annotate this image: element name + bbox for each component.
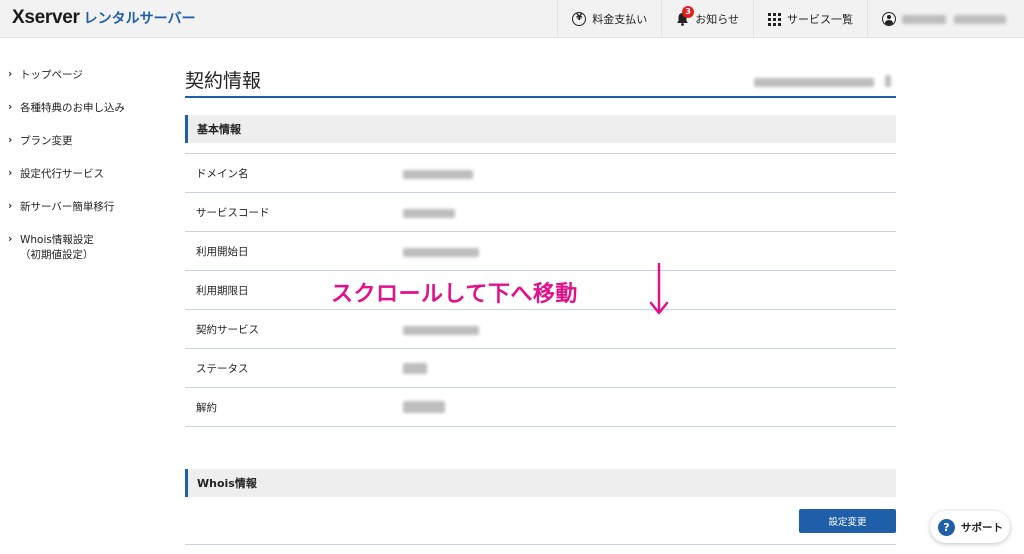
sidebar-item-setup-service[interactable]: › 設定代行サービス	[0, 167, 160, 200]
header-nav: ¥ 料金支払い 3 お知らせ サービス一覧	[557, 0, 1024, 38]
chevron-right-icon: ›	[8, 68, 13, 80]
row-label: ドメイン名	[196, 167, 249, 180]
notifications-nav-button[interactable]: 3 お知らせ	[661, 0, 753, 38]
chevron-right-icon: ›	[8, 167, 13, 179]
sidebar-item-benefits[interactable]: › 各種特典のお申し込み	[0, 101, 160, 134]
sidebar-item-label: 各種特典のお申し込み	[20, 102, 125, 114]
row-value-redacted	[403, 164, 473, 183]
divider	[185, 544, 896, 545]
user-icon	[882, 12, 896, 26]
logo-sub-text: レンタルサーバー	[83, 11, 196, 27]
yen-icon: ¥	[572, 12, 587, 26]
xserver-logo[interactable]: Xserver レンタルサーバー	[12, 7, 196, 29]
sidebar-item-migration[interactable]: › 新サーバー簡単移行	[0, 200, 160, 233]
sidebar-item-sublabel: （初期値設定）	[20, 249, 94, 261]
page-title-row: 契約情報	[185, 62, 896, 98]
row-label: ステータス	[196, 362, 249, 375]
row-value-redacted	[403, 203, 455, 222]
row-value-redacted	[403, 359, 427, 378]
table-row: 解約	[185, 388, 896, 427]
support-button[interactable]: ? サポート	[930, 511, 1010, 543]
sidebar-nav: › トップページ › 各種特典のお申し込み › プラン変更 › 設定代行サービス…	[0, 68, 160, 273]
support-label: サポート	[961, 521, 1003, 534]
billing-nav-button[interactable]: ¥ 料金支払い	[557, 0, 661, 38]
user-name-redacted	[902, 14, 946, 24]
table-row: 契約サービス	[185, 310, 896, 349]
whois-section-header: Whois情報	[185, 469, 896, 497]
settings-change-button[interactable]: 設定変更	[799, 509, 896, 533]
row-value-redacted	[403, 398, 445, 417]
top-header: Xserver レンタルサーバー ¥ 料金支払い 3 お知らせ サービス一覧	[0, 0, 1024, 38]
table-row: ステータス	[185, 349, 896, 388]
services-label: サービス一覧	[787, 13, 853, 26]
row-value-redacted	[403, 320, 479, 339]
row-label: 契約サービス	[196, 323, 259, 336]
sidebar-item-label: トップページ	[20, 69, 83, 81]
grid-icon	[768, 12, 781, 26]
logo-main-text: Xserver	[12, 7, 80, 28]
notifications-label: お知らせ	[695, 13, 739, 26]
user-id-redacted	[954, 14, 1006, 24]
chevron-right-icon: ›	[8, 200, 13, 212]
down-arrow-icon	[649, 262, 669, 315]
sidebar-item-label: 設定代行サービス	[20, 168, 104, 180]
table-row: 利用開始日	[185, 232, 896, 271]
bell-icon: 3	[676, 6, 695, 26]
user-account-button[interactable]	[867, 0, 1024, 38]
sidebar-item-whois[interactable]: › Whois情報設定 （初期値設定）	[0, 233, 160, 273]
sidebar-item-label: プラン変更	[20, 135, 73, 147]
row-label: 解約	[196, 401, 217, 414]
chevron-right-icon: ›	[8, 233, 13, 245]
row-label: 利用開始日	[196, 245, 249, 258]
basic-info-section-header: 基本情報	[185, 115, 896, 143]
account-redacted	[753, 72, 891, 91]
sidebar-item-top[interactable]: › トップページ	[0, 68, 160, 101]
table-row: サービスコード	[185, 193, 896, 232]
sidebar-item-label: Whois情報設定	[20, 234, 94, 246]
billing-label: 料金支払い	[592, 13, 648, 26]
scroll-hint-annotation: スクロールして下へ移動	[331, 282, 578, 307]
row-value-redacted	[403, 242, 479, 261]
chevron-right-icon: ›	[8, 134, 13, 146]
row-label: サービスコード	[196, 206, 270, 219]
main-content: 契約情報 基本情報 ドメイン名 サービスコード 利用開始日 利用期限日 契約サー…	[185, 62, 896, 427]
help-icon: ?	[938, 518, 955, 536]
notification-count-badge: 3	[682, 6, 695, 18]
page-title: 契約情報	[185, 70, 262, 92]
sidebar-item-plan-change[interactable]: › プラン変更	[0, 134, 160, 167]
sidebar-item-label: 新サーバー簡単移行	[20, 201, 115, 213]
chevron-right-icon: ›	[8, 101, 13, 113]
table-row: ドメイン名	[185, 154, 896, 193]
services-nav-button[interactable]: サービス一覧	[753, 0, 867, 38]
